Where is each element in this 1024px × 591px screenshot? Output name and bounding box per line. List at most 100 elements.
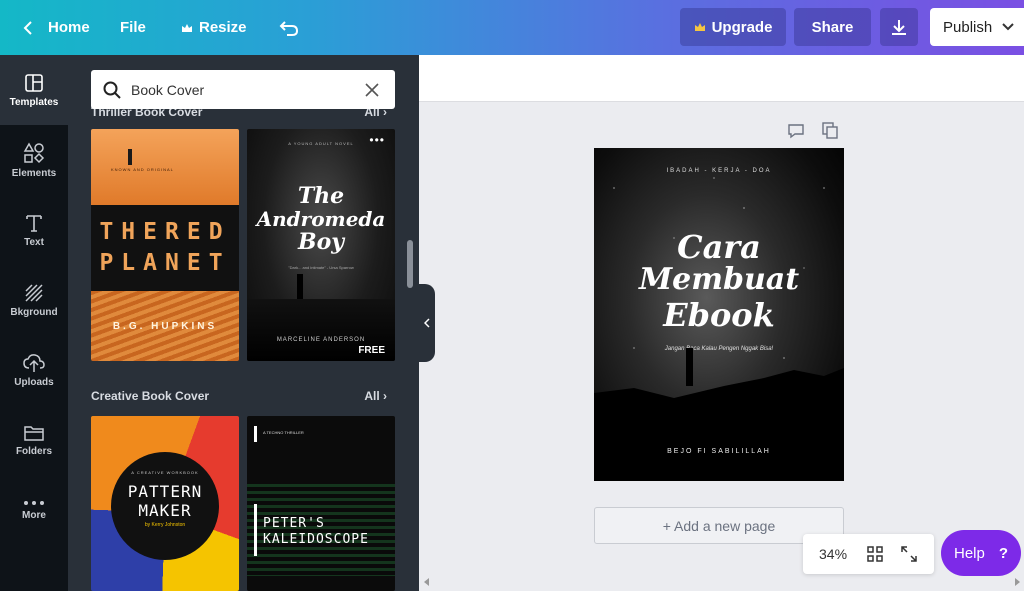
thumb-title-1: THERED (99, 219, 231, 245)
rail-label: More (22, 509, 46, 521)
thumb-title-2: PLANET (99, 250, 231, 276)
panel-scrollbar[interactable] (407, 240, 413, 288)
publish-button[interactable]: Publish (930, 8, 1024, 46)
scroll-left-icon[interactable] (424, 578, 430, 586)
thumb-accent-bar (254, 504, 257, 556)
rail-uploads[interactable]: Uploads (0, 335, 68, 405)
all-label: All (364, 389, 380, 403)
page-author: BEJO FI SABILILLAH (667, 448, 771, 455)
thumb-title-2: Andromeda (256, 207, 386, 231)
text-icon (26, 214, 42, 232)
page-ground (594, 406, 844, 481)
download-button[interactable] (880, 8, 918, 46)
rail-label: Folders (15, 445, 53, 457)
publish-label: Publish (943, 18, 993, 36)
templates-panel: Thriller Book Cover All › Book Cover KNO… (68, 55, 419, 591)
download-icon (892, 20, 906, 35)
thumb-kicker: A CREATIVE WORKBOOK (131, 470, 199, 475)
thumb-title-1: PATTERN (127, 482, 203, 501)
search-input[interactable]: Book Cover (91, 70, 395, 109)
rail-folders[interactable]: Folders (0, 405, 68, 475)
undo-button[interactable] (279, 0, 299, 55)
thumb-title-3: Boy (297, 229, 345, 255)
rail-more[interactable]: More (0, 475, 68, 545)
page-title-2: Membuat (638, 262, 800, 297)
section-title: Creative Book Cover (91, 389, 210, 403)
folders-icon (24, 425, 44, 441)
page-title-1: Cara (677, 228, 761, 266)
upgrade-button[interactable]: Upgrade (680, 8, 786, 46)
rail-label: Bkground (10, 306, 58, 318)
rail-label: Templates (9, 96, 59, 108)
help-label: Help (953, 544, 985, 562)
page-hills (594, 368, 844, 408)
upgrade-label: Upgrade (711, 18, 773, 36)
crown-icon (694, 23, 705, 31)
crown-icon (182, 23, 192, 32)
fullscreen-icon[interactable] (901, 546, 917, 562)
undo-icon (279, 20, 299, 36)
clear-search-icon[interactable] (365, 82, 379, 97)
canvas-toolbar (419, 55, 1024, 102)
rail-templates[interactable]: Templates (0, 55, 68, 125)
question-icon: ? (998, 544, 1009, 562)
resize-label: Resize (199, 19, 247, 36)
template-thumb-andromeda[interactable]: ••• A YOUNG ADULT NOVEL The Andromeda Bo… (247, 129, 395, 361)
thumb-kicker: KNOWN AND ORIGINAL (111, 167, 174, 172)
scroll-right-icon[interactable] (1014, 578, 1020, 586)
rail-label: Text (24, 236, 44, 248)
rail-background[interactable]: Bkground (0, 265, 68, 335)
zoom-controls: 34% (803, 534, 934, 574)
chevron-down-icon (1002, 23, 1014, 31)
file-label: File (120, 19, 146, 36)
home-label: Home (48, 19, 90, 36)
thumb-title-2: MAKER (138, 501, 192, 520)
thumb-series: A YOUNG ADULT NOVEL (288, 141, 354, 146)
thumb-title-1: PETER'S (263, 516, 325, 531)
thumb-title-1: The (297, 183, 345, 209)
chevron-left-icon (23, 20, 32, 35)
figure-silhouette (128, 149, 132, 165)
collapse-panel-button[interactable] (419, 284, 435, 362)
background-icon (25, 283, 43, 302)
grid-view-icon[interactable] (867, 546, 883, 562)
rail-text[interactable]: Text (0, 195, 68, 265)
thumb-accent-bar (254, 426, 257, 442)
design-page[interactable]: IBADAH - KERJA - DOA Cara Membuat Ebook … (594, 148, 844, 481)
templates-icon (25, 73, 43, 92)
top-bar: Home File Resize Upgrade Share Publish (0, 0, 1024, 55)
page-title-3: Ebook (663, 296, 775, 334)
help-button[interactable]: Help ? (941, 530, 1021, 576)
thumb-title-2: KALEIDOSCOPE (263, 532, 369, 547)
template-thumb-red-planet[interactable]: KNOWN AND ORIGINAL THERED PLANET B.G. HU… (91, 129, 239, 361)
search-value: Book Cover (131, 81, 205, 98)
thumb-kicker: A TECHNO THRILLER (263, 430, 304, 435)
duplicate-page-icon[interactable] (822, 122, 838, 139)
thumb-quote: "Dark... and intimate" - Ursa Sparrow (288, 265, 354, 270)
zoom-level[interactable]: 34% (819, 546, 855, 562)
rail-label: Elements (11, 167, 57, 179)
chevron-left-icon (424, 318, 430, 328)
section-all-link[interactable]: All › (364, 389, 387, 403)
file-menu[interactable]: File (120, 0, 146, 55)
template-thumb-pattern-maker[interactable]: A CREATIVE WORKBOOK PATTERN MAKER by Ker… (91, 416, 239, 591)
thumb-author: MARCELINE ANDERSON (276, 337, 366, 343)
page-subtitle: Jangan Baca Kalau Pengen Nggak Bisa! (664, 346, 774, 352)
comment-icon[interactable] (787, 123, 805, 139)
elements-icon (23, 141, 45, 163)
free-badge: FREE (358, 345, 385, 356)
more-icon (24, 500, 44, 505)
home-button[interactable]: Home (22, 0, 90, 55)
rail-elements[interactable]: Elements (0, 125, 68, 195)
side-rail: Templates Elements Text Bkground Uploads… (0, 55, 68, 591)
search-icon (103, 81, 121, 99)
thumb-author: B.G. HUPKINS (112, 321, 218, 332)
thumb-author: by Kerry Johnston (144, 522, 186, 528)
share-button[interactable]: Share (794, 8, 871, 46)
rail-label: Uploads (14, 376, 54, 388)
share-label: Share (811, 18, 854, 36)
thumb-band (91, 205, 239, 291)
resize-button[interactable]: Resize (181, 0, 247, 55)
page-tagline: IBADAH - KERJA - DOA (666, 168, 772, 174)
template-thumb-kaleidoscope[interactable]: A TECHNO THRILLER PETER'S KALEIDOSCOPE (247, 416, 395, 591)
